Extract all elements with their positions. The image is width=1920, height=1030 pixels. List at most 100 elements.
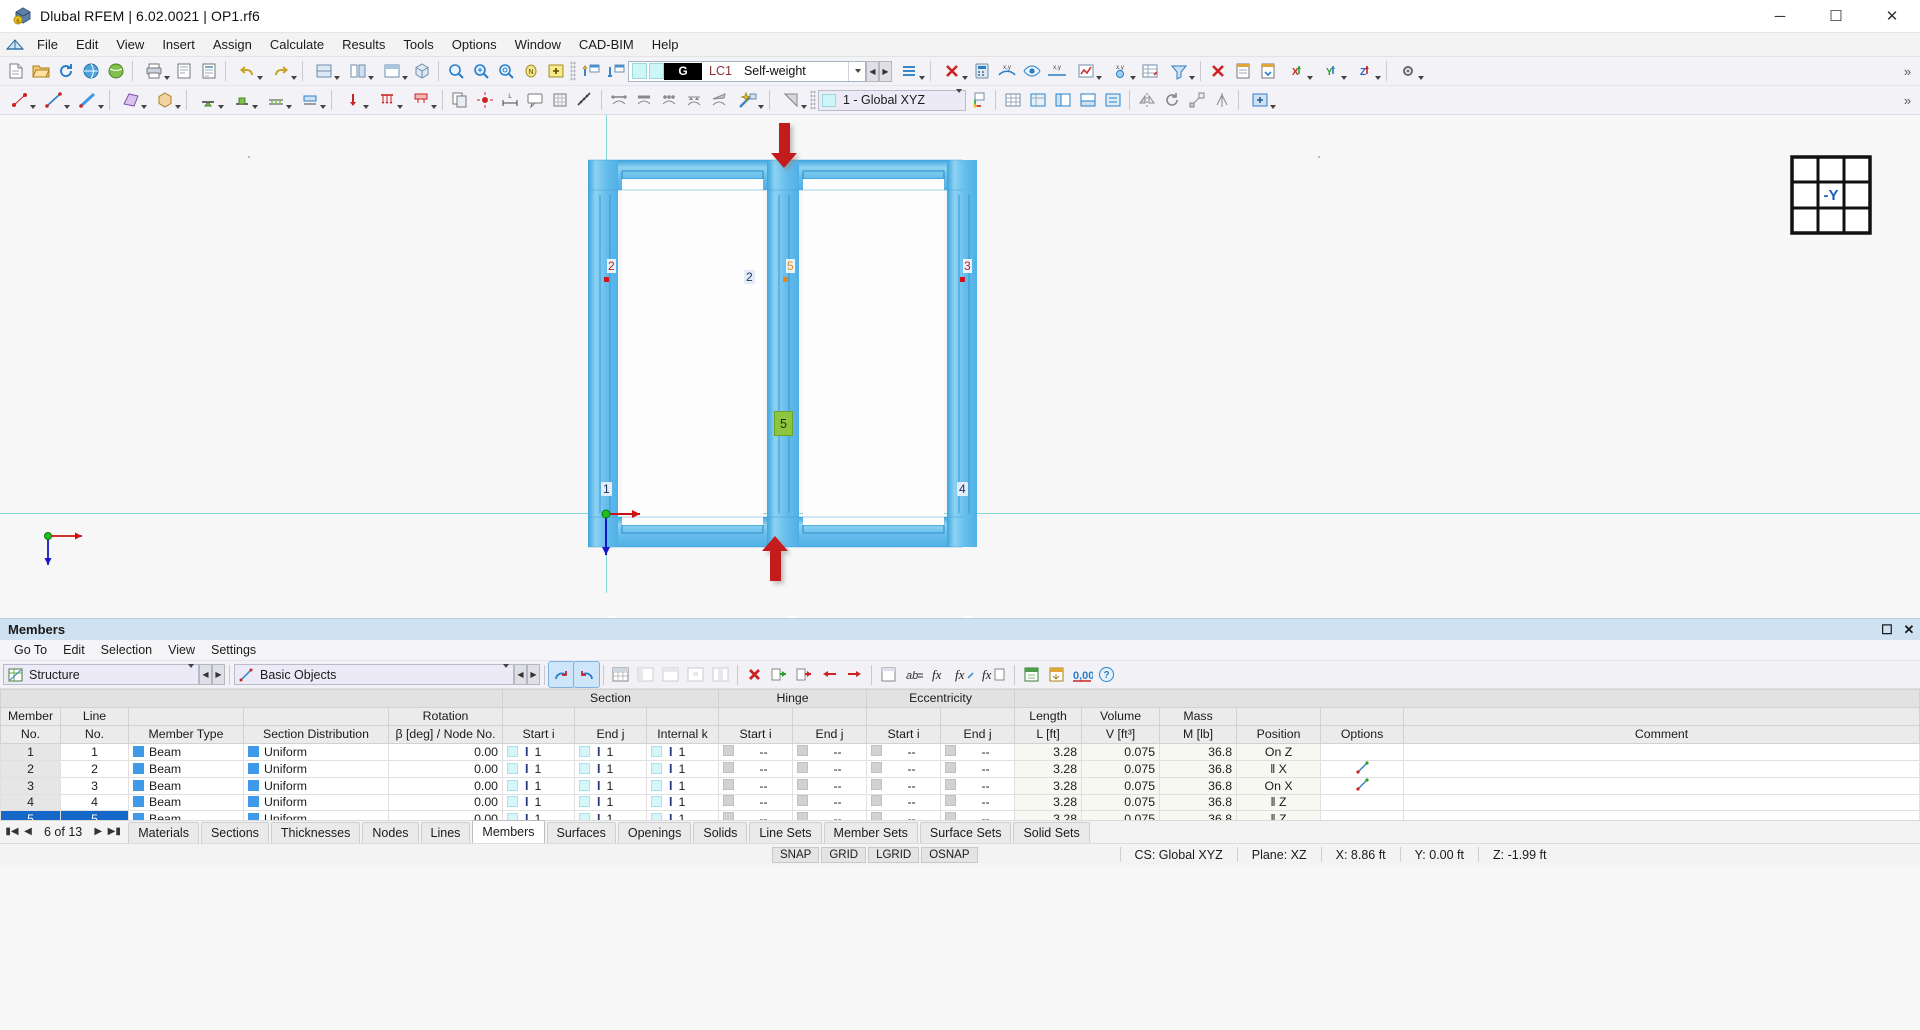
insert-row-icon[interactable] bbox=[767, 662, 792, 687]
table-row[interactable]: 2 2 Beam Uniform 0.00 I 1 I 1 I 1 -- -- -- -- 3.28 0.075… bbox=[0, 759, 1920, 778]
cell-hinge-start[interactable]: -- bbox=[718, 810, 794, 820]
cell-section-distribution[interactable]: Uniform bbox=[243, 743, 389, 761]
toolbar2-overflow-icon[interactable]: » bbox=[1895, 88, 1920, 113]
loadcase-settings-icon[interactable] bbox=[603, 59, 628, 84]
header-section-distribution[interactable]: Section Distribution bbox=[243, 725, 389, 744]
cell-comment[interactable] bbox=[1403, 776, 1920, 795]
zoom-all-icon[interactable] bbox=[468, 59, 493, 84]
panel-toggle-icon[interactable] bbox=[1075, 88, 1100, 113]
pager-prev-button[interactable]: ◀ bbox=[20, 826, 36, 837]
cell-ecc-start[interactable]: -- bbox=[866, 743, 942, 761]
model-viewport[interactable]: 2 3 1 4 5 6 2 3 1 4 5 X Z X Z -Y bbox=[0, 115, 1920, 618]
structure-combo[interactable]: Structure bbox=[3, 663, 199, 685]
results-table-icon[interactable] bbox=[1137, 59, 1162, 84]
cell-comment[interactable] bbox=[1403, 810, 1920, 820]
maximize-button[interactable]: ☐ bbox=[1808, 0, 1864, 33]
print-icon[interactable] bbox=[137, 59, 171, 84]
cell-length[interactable]: 3.28 bbox=[1014, 743, 1083, 761]
status-toggle-osnap[interactable]: OSNAP bbox=[921, 846, 978, 863]
tab-surface-sets[interactable]: Surface Sets bbox=[919, 822, 1012, 843]
cell-section-internal[interactable]: I1 bbox=[646, 793, 720, 811]
copy-object-icon[interactable] bbox=[447, 88, 472, 113]
add-view-icon[interactable] bbox=[543, 59, 568, 84]
cell-rotation[interactable]: 0.00 bbox=[387, 759, 504, 778]
cell-line-no[interactable]: 3 bbox=[60, 776, 129, 795]
members-table-container[interactable]: Section Hinge Eccentricity Member Line R… bbox=[0, 689, 1920, 820]
cell-hinge-end[interactable]: -- bbox=[792, 793, 868, 811]
calculate-icon[interactable] bbox=[969, 59, 994, 84]
panel-menu-goto[interactable]: Go To bbox=[6, 641, 55, 659]
annotation-icon[interactable] bbox=[522, 88, 547, 113]
tab-line-sets[interactable]: Line Sets bbox=[749, 822, 822, 843]
cell-section-end[interactable]: I1 bbox=[574, 743, 648, 761]
pager-last-button[interactable]: ▶▮ bbox=[106, 826, 122, 837]
pager-first-button[interactable]: ▮◀ bbox=[4, 826, 20, 837]
pager-next-button[interactable]: ▶ bbox=[90, 826, 106, 837]
delete-results-icon[interactable] bbox=[935, 59, 969, 84]
new-table-icon[interactable] bbox=[876, 662, 901, 687]
globe-icon[interactable] bbox=[103, 59, 128, 84]
mirror-icon[interactable] bbox=[1134, 88, 1159, 113]
cell-length[interactable]: 3.28 bbox=[1014, 776, 1083, 795]
load-line-icon[interactable] bbox=[370, 88, 404, 113]
cell-section-internal[interactable]: I1 bbox=[646, 759, 720, 778]
nodal-support-icon[interactable] bbox=[225, 88, 259, 113]
menu-cad-bim[interactable]: CAD-BIM bbox=[570, 34, 643, 55]
cell-section-distribution[interactable]: Uniform bbox=[243, 793, 389, 811]
zoom-fit-icon[interactable] bbox=[493, 59, 518, 84]
cell-position[interactable]: ‖ Z bbox=[1236, 810, 1322, 820]
cell-hinge-end[interactable]: -- bbox=[792, 743, 868, 761]
formula-icon[interactable]: fx bbox=[926, 662, 951, 687]
move-left-icon[interactable] bbox=[817, 662, 842, 687]
tab-sections[interactable]: Sections bbox=[200, 822, 269, 843]
status-toggle-grid[interactable]: GRID bbox=[821, 846, 867, 863]
tab-solid-sets[interactable]: Solid Sets bbox=[1013, 822, 1090, 843]
support-icon[interactable] bbox=[191, 88, 225, 113]
surface-icon[interactable] bbox=[114, 88, 148, 113]
panel-restore-icon[interactable]: ☐ bbox=[1876, 622, 1898, 638]
header-hinge-end[interactable]: End j bbox=[792, 725, 868, 744]
structure-next-button[interactable]: ▶ bbox=[212, 664, 225, 685]
cell-position[interactable]: On Z bbox=[1236, 743, 1322, 761]
deselect-mode-icon[interactable] bbox=[573, 661, 600, 688]
results-values-icon[interactable]: x,y bbox=[1044, 59, 1069, 84]
settings-icon[interactable] bbox=[1391, 59, 1425, 84]
results-filter-icon[interactable] bbox=[1162, 59, 1196, 84]
coordsystem-new-icon[interactable] bbox=[966, 88, 991, 113]
remove-row-icon[interactable] bbox=[792, 662, 817, 687]
panel-menu-settings[interactable]: Settings bbox=[203, 641, 264, 659]
delete-row-icon[interactable] bbox=[742, 662, 767, 687]
view-cube[interactable]: -Y bbox=[1790, 155, 1872, 235]
cell-ecc-end[interactable]: -- bbox=[940, 776, 1016, 795]
cell-member-type[interactable]: Beam bbox=[128, 810, 244, 820]
table-edit-icon[interactable] bbox=[1025, 88, 1050, 113]
panel-menu-view[interactable]: View bbox=[160, 641, 203, 659]
axis-y-icon[interactable]: Y bbox=[1314, 59, 1348, 84]
cell-comment[interactable] bbox=[1403, 743, 1920, 761]
cell-member-no[interactable]: 4 bbox=[0, 793, 61, 811]
cell-options[interactable] bbox=[1320, 743, 1405, 761]
cell-length[interactable]: 3.28 bbox=[1014, 759, 1083, 778]
cell-line-no[interactable]: 5 bbox=[60, 810, 129, 820]
line-icon[interactable] bbox=[37, 88, 71, 113]
header-mass-unit[interactable]: M [lb] bbox=[1159, 725, 1238, 744]
tab-materials[interactable]: Materials bbox=[128, 822, 199, 843]
surface-support-icon[interactable] bbox=[293, 88, 327, 113]
cell-section-end[interactable]: I1 bbox=[574, 793, 648, 811]
print-report-icon[interactable] bbox=[1230, 59, 1255, 84]
objects-prev-button[interactable]: ◀ bbox=[514, 664, 527, 685]
objects-combo[interactable]: Basic Objects bbox=[234, 663, 514, 685]
tab-thicknesses[interactable]: Thicknesses bbox=[270, 822, 361, 843]
header-options[interactable]: Options bbox=[1320, 725, 1405, 744]
menu-calculate[interactable]: Calculate bbox=[261, 34, 333, 55]
cell-section-start[interactable]: I1 bbox=[502, 759, 576, 778]
abs-units-icon[interactable]: ab bbox=[901, 662, 926, 687]
tab-member-sets[interactable]: Member Sets bbox=[823, 822, 918, 843]
cell-ecc-start[interactable]: -- bbox=[866, 759, 942, 778]
cell-rotation[interactable]: 0.00 bbox=[387, 793, 504, 811]
cell-rotation[interactable]: 0.00 bbox=[387, 810, 504, 820]
menu-assign[interactable]: Assign bbox=[204, 34, 261, 55]
table-block-icon[interactable] bbox=[708, 662, 733, 687]
open-file-icon[interactable] bbox=[28, 59, 53, 84]
select-mode-icon[interactable] bbox=[548, 661, 575, 688]
